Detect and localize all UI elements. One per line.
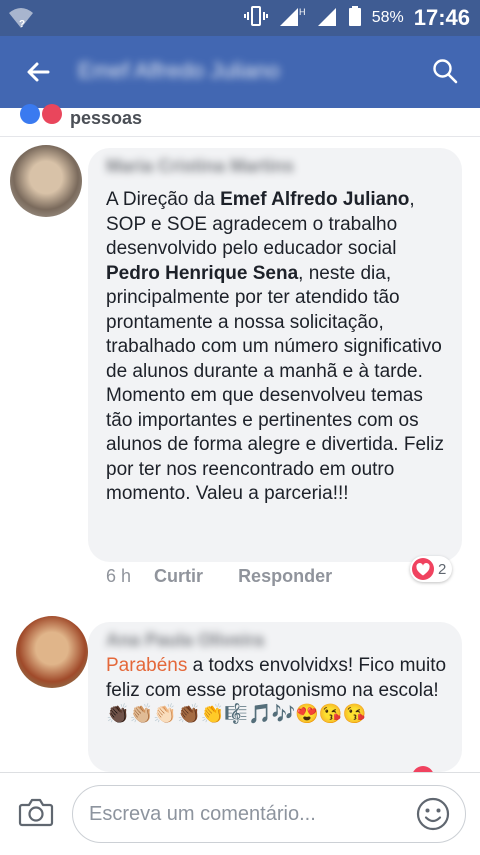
avatar[interactable] xyxy=(16,616,88,688)
battery-percent: 58% xyxy=(371,9,404,26)
school-name: Emef Alfredo Juliano xyxy=(220,189,410,210)
signal-icon: H xyxy=(278,5,306,32)
page-title: Emef Alfredo Juliano xyxy=(78,58,280,83)
comment-author[interactable]: Ana Paula Oliveira xyxy=(106,630,264,651)
heart-icon xyxy=(412,558,434,580)
comment-bubble[interactable]: Ana Paula Oliveira Parabéns a todxs envo… xyxy=(88,622,462,772)
comment-author[interactable]: Maria Cristina Martins xyxy=(106,156,294,177)
comment-text: Parabéns a todxs envolvidxs! Fico muito … xyxy=(106,654,450,728)
sticker-smiley-icon[interactable] xyxy=(416,797,450,836)
reply-button[interactable]: Responder xyxy=(238,566,332,587)
search-icon[interactable] xyxy=(432,58,458,89)
reactions-summary[interactable]: pessoas xyxy=(0,104,480,137)
comment-reaction-badge[interactable]: 2 xyxy=(410,556,453,582)
wifi-icon: ? xyxy=(8,6,34,35)
comment-actions: 6 h Curtir Responder xyxy=(106,566,332,587)
comment-composer xyxy=(0,772,480,855)
reactions-summary-text: pessoas xyxy=(70,108,143,128)
comment-text-part: , neste dia, principalmente por ter aten… xyxy=(106,262,444,505)
comment-timestamp: 6 h xyxy=(106,566,132,586)
like-reaction-icon xyxy=(20,104,40,124)
network-type-label: H xyxy=(299,7,306,17)
avatar[interactable] xyxy=(10,145,82,217)
reaction-count: 2 xyxy=(438,560,447,578)
comment-bubble[interactable]: Maria Cristina Martins A Direção da Emef… xyxy=(88,148,462,562)
like-button[interactable]: Curtir xyxy=(154,566,203,587)
svg-text:?: ? xyxy=(19,19,25,30)
vibrate-icon xyxy=(243,4,268,33)
battery-icon xyxy=(348,5,362,32)
comment-input[interactable] xyxy=(72,785,466,843)
app-bar: Emef Alfredo Juliano xyxy=(0,36,480,108)
clock: 17:46 xyxy=(413,5,470,30)
comment-text-part: A Direção da xyxy=(106,189,221,210)
signal-icon-2 xyxy=(316,5,338,32)
status-bar: ? H 58% 17:46 xyxy=(0,0,480,36)
camera-icon[interactable] xyxy=(18,797,54,832)
mention-link[interactable]: Parabéns xyxy=(106,655,187,676)
back-arrow-icon[interactable] xyxy=(26,60,50,89)
comment-text: A Direção da Emef Alfredo Juliano, SOP e… xyxy=(106,188,450,507)
educator-name: Pedro Henrique Sena xyxy=(106,262,299,284)
love-reaction-icon xyxy=(42,104,62,124)
